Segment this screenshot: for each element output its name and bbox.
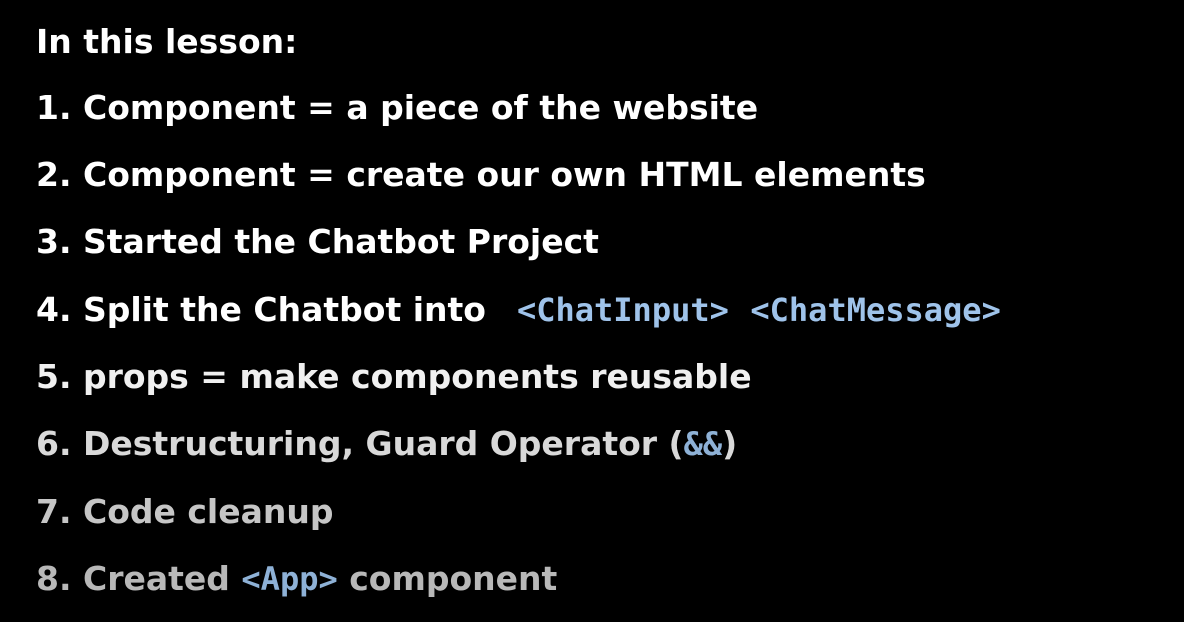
guard-operator-code: &&	[683, 425, 723, 463]
list-item-8: 8. Created <App> component	[36, 559, 557, 599]
list-item-6-text: 6. Destructuring, Guard Operator (	[36, 424, 684, 463]
list-item-8-text: 8. Created	[36, 559, 242, 598]
list-item-5: 5. props = make components reusable	[36, 357, 752, 396]
list-item-3: 3. Started the Chatbot Project	[36, 222, 599, 261]
list-item-4: 4. Split the Chatbot into <ChatInput> <C…	[36, 290, 1001, 330]
app-code: <App>	[241, 560, 338, 598]
list-item-7: 7. Code cleanup	[36, 492, 334, 531]
list-item-2: 2. Component = create our own HTML eleme…	[36, 155, 926, 194]
chatmessage-code: <ChatMessage>	[750, 291, 1001, 329]
list-item-4-text: 4. Split the Chatbot into	[36, 290, 498, 329]
list-item-6: 6. Destructuring, Guard Operator (&&)	[36, 424, 737, 464]
slide-title: In this lesson:	[36, 22, 298, 61]
lesson-summary-slide: In this lesson: 1. Component = a piece o…	[0, 0, 1184, 622]
list-item-8-after: component	[337, 559, 558, 598]
list-item-1: 1. Component = a piece of the website	[36, 88, 759, 127]
list-item-6-close: )	[722, 424, 738, 463]
chatinput-code: <ChatInput>	[516, 291, 729, 329]
